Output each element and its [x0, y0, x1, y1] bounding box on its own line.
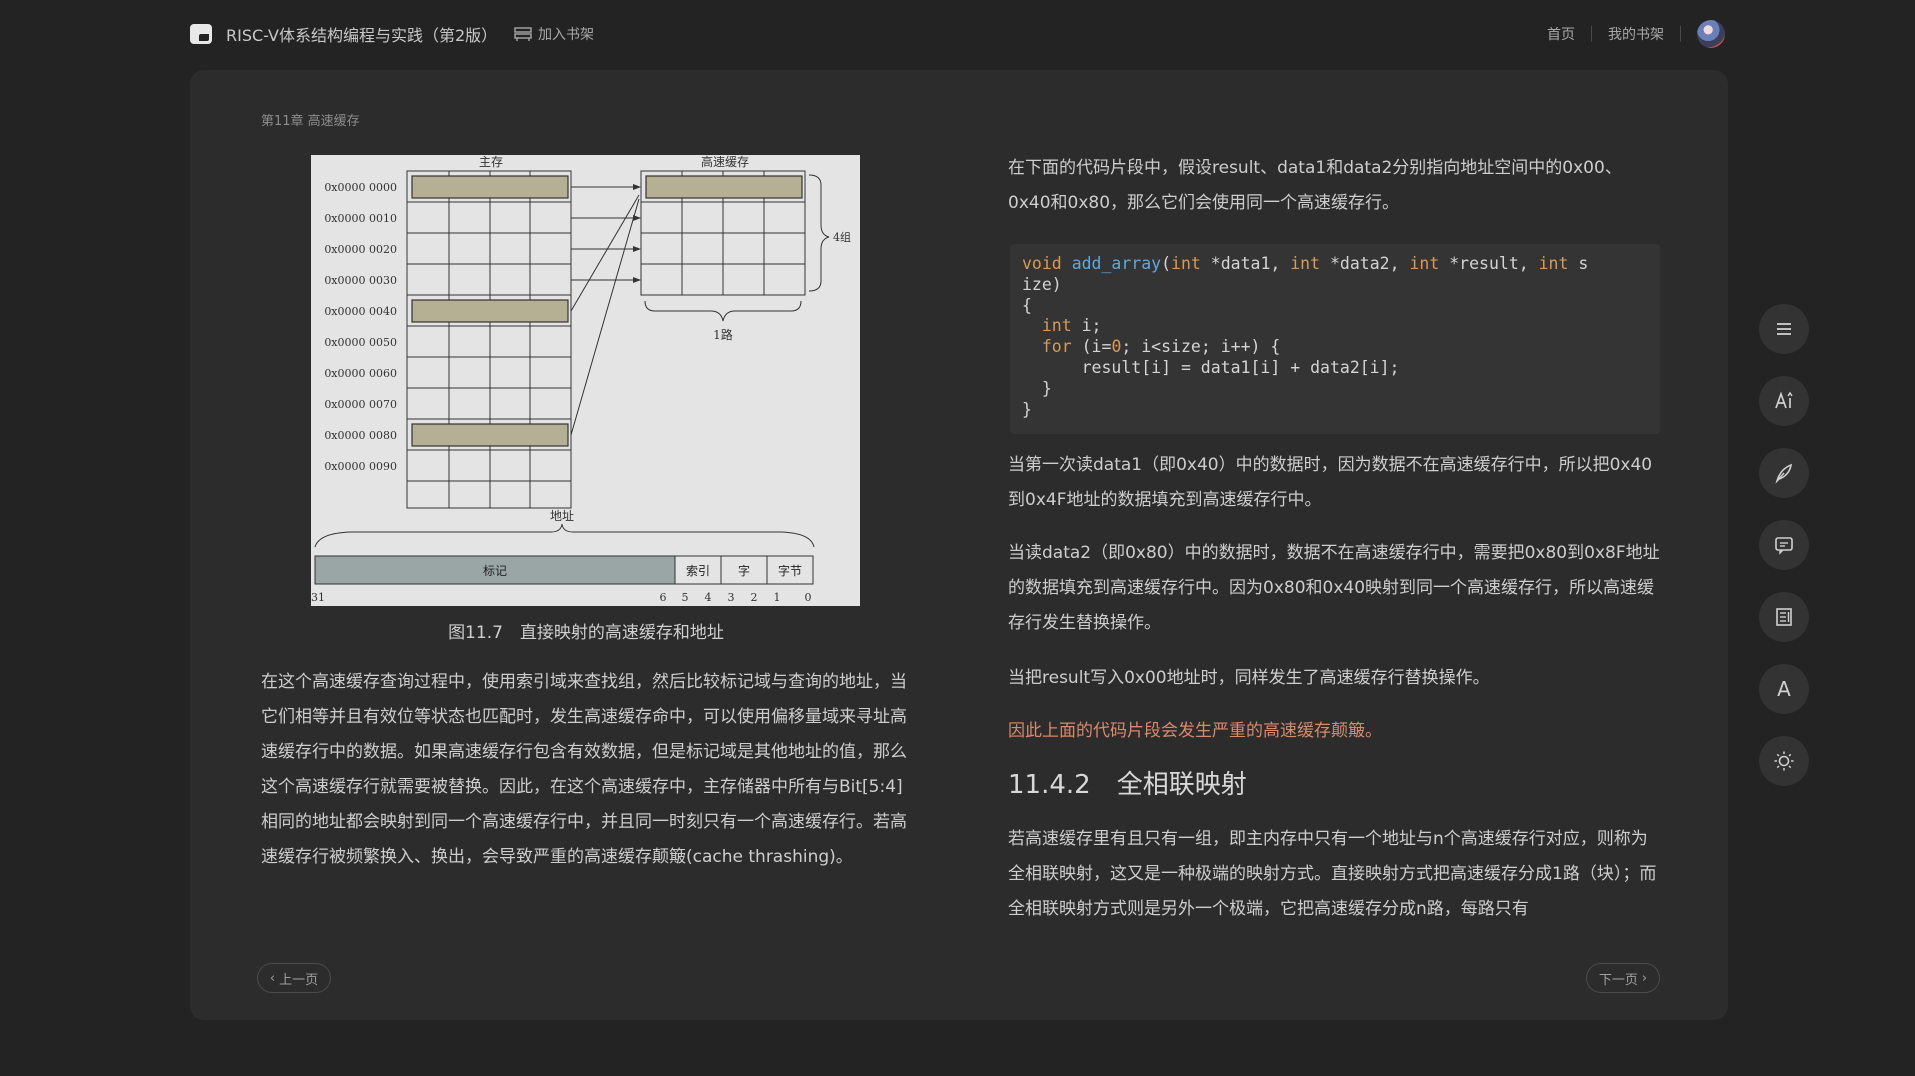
bit-label: 3: [728, 591, 735, 604]
bit-label: 0: [805, 591, 812, 604]
font-button[interactable]: A: [1759, 664, 1809, 714]
top-nav: 首页 我的书架: [1531, 18, 1725, 50]
pen-icon: [1775, 463, 1792, 484]
highlighted-paragraph[interactable]: 因此上面的代码片段会发生严重的高速缓存颠簸。: [1008, 714, 1660, 749]
field-index: 索引: [686, 564, 710, 578]
body-paragraph: 在这个高速缓存查询过程中，使用索引域来查找组，然后比较标记域与查询的地址，当它们…: [261, 672, 907, 867]
code-token: add_array: [1071, 254, 1162, 273]
bit-label: 6: [660, 591, 667, 604]
code-token: i;: [1071, 316, 1102, 336]
nav-my-shelf-link[interactable]: 我的书架: [1592, 24, 1680, 44]
notes-icon: [1776, 608, 1792, 626]
code-token: }: [1022, 378, 1052, 398]
code-token: int: [1538, 254, 1569, 273]
annotate-button[interactable]: [1759, 448, 1809, 498]
comments-button[interactable]: [1759, 520, 1809, 570]
field-word: 字: [738, 563, 750, 578]
figure-caption: 图11.7 直接映射的高速缓存和地址: [448, 623, 724, 643]
code-token: ize): [1022, 274, 1062, 294]
code-token: int: [1041, 316, 1072, 336]
code-token: s: [1568, 254, 1589, 273]
body-paragraph: 当第一次读data1（即0x40）中的数据时，因为数据不在高速缓存行中，所以把0…: [1008, 455, 1653, 510]
address-label: 0x0000 0040: [324, 305, 397, 318]
bit-label: 1: [774, 591, 781, 604]
font-size-button[interactable]: [1759, 376, 1809, 426]
code-token: {: [1022, 295, 1032, 315]
book-title[interactable]: RISC-V体系结构编程与实践（第2版）: [226, 22, 497, 46]
code-token: *result,: [1439, 254, 1539, 273]
bit-label: 4: [705, 591, 712, 604]
bookshelf-icon: [514, 27, 532, 41]
code-token: ; i<size; i++) {: [1121, 337, 1281, 357]
chevron-left-icon: ‹: [269, 970, 276, 986]
field-byte: 字节: [778, 563, 802, 578]
add-to-shelf-label: 加入书架: [538, 27, 594, 43]
figure-direct-mapped-cache: 主存 高速缓存 0x0000 0000 0x0000 0010 0x0000 0…: [311, 155, 860, 606]
body-paragraph: 在下面的代码片段中，假设result、data1和data2分别指向地址空间中的…: [1008, 158, 1622, 213]
next-page-button[interactable]: 下一页 ›: [1586, 963, 1660, 993]
reader-panel: 第11章 高速缓存 主存 高速缓存 0x0000 0000 0x0000 001…: [190, 70, 1728, 1020]
address-label: 0x0000 0060: [324, 367, 397, 380]
bit-label: 5: [682, 591, 689, 604]
avatar[interactable]: [1697, 20, 1725, 48]
body-paragraph: 当把result写入0x00地址时，同样发生了高速缓存行替换操作。: [1008, 668, 1490, 688]
chapter-label: 第11章 高速缓存: [261, 114, 360, 129]
main-memory-label: 主存: [479, 155, 503, 169]
prev-page-label: 上一页: [279, 972, 319, 988]
code-token: int: [1171, 254, 1201, 273]
address-label: 0x0000 0070: [324, 398, 397, 411]
cache-diagram: 主存 高速缓存 0x0000 0000 0x0000 0010 0x0000 0…: [311, 155, 860, 606]
bit-label: 2: [751, 591, 758, 604]
chevron-right-icon: ›: [1641, 970, 1648, 986]
code-token: for: [1041, 337, 1072, 357]
body-paragraph: 当读data2（即0x80）中的数据时，数据不在高速缓存行中，需要把0x80到0…: [1008, 543, 1660, 633]
code-token: void: [1022, 254, 1062, 273]
prev-page-button[interactable]: ‹ 上一页: [257, 963, 331, 993]
menu-button[interactable]: [1759, 304, 1809, 354]
bit-label: 31: [311, 591, 325, 604]
menu-icon: [1777, 323, 1791, 335]
address-label: 0x0000 0030: [324, 274, 397, 287]
nav-home-link[interactable]: 首页: [1531, 24, 1591, 44]
body-paragraph: 若高速缓存里有且只有一组，即主内存中只有一个地址与n个高速缓存行对应，则称为全相…: [1008, 829, 1657, 919]
code-block: void add_array(int *data1, int *data2, i…: [1010, 244, 1660, 434]
code-token: *data2,: [1320, 254, 1410, 273]
code-token: *data1,: [1200, 254, 1291, 273]
field-tag: 标记: [483, 564, 507, 578]
address-label: 0x0000 0050: [324, 336, 397, 349]
way-label: 1路: [713, 327, 733, 342]
code-token: (i=: [1071, 337, 1112, 357]
top-bar: RISC-V体系结构编程与实践（第2版） 加入书架 首页 我的书架: [0, 0, 1915, 68]
nav-divider: [1680, 26, 1681, 42]
address-label: 0x0000 0020: [324, 243, 397, 256]
comment-icon: [1775, 537, 1793, 555]
code-token: int: [1290, 254, 1321, 273]
code-token: result[i] = data1[i] + data2[i];: [1022, 357, 1400, 377]
cache-label: 高速缓存: [701, 155, 749, 169]
section-heading: 11.4.2 全相联映射: [1008, 770, 1247, 800]
address-title: 地址: [550, 509, 574, 523]
address-label: 0x0000 0080: [324, 429, 397, 442]
address-label: 0x0000 0010: [324, 212, 397, 225]
add-to-shelf-button[interactable]: 加入书架: [514, 24, 594, 44]
notes-button[interactable]: [1759, 592, 1809, 642]
brightness-icon: [1774, 751, 1794, 771]
sets-label: 4组: [833, 230, 851, 244]
font-size-icon: [1775, 391, 1793, 409]
brightness-button[interactable]: [1759, 736, 1809, 786]
address-label: 0x0000 0090: [324, 460, 397, 473]
next-page-label: 下一页: [1598, 972, 1638, 988]
code-token: }: [1022, 399, 1032, 419]
address-label: 0x0000 0000: [324, 181, 397, 194]
font-icon: A: [1777, 677, 1791, 701]
code-token: 0: [1111, 337, 1122, 357]
app-logo-icon[interactable]: [190, 24, 212, 44]
code-token: int: [1409, 254, 1440, 273]
